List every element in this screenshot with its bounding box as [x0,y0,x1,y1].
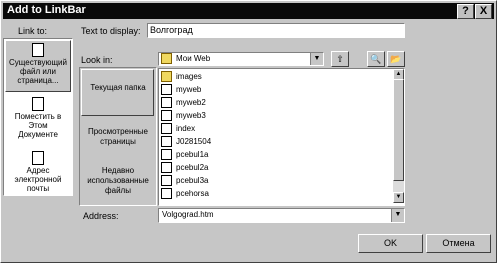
link-item-email[interactable]: Адрес электронной почты [8,151,68,193]
look-in-combo[interactable]: Мои Web ▼ [158,52,324,66]
web-file-icon [161,110,172,122]
folder-up-icon: ⇧ [336,54,344,64]
html-file-icon [161,123,172,135]
list-item[interactable]: myweb2 [161,97,206,109]
image-file-icon [161,175,172,187]
scroll-thumb[interactable] [393,79,404,181]
ok-button[interactable]: OK [358,234,423,253]
image-file-icon [161,162,172,174]
open-folder-icon: 📂 [390,54,402,64]
document-icon [32,97,44,111]
look-in-value-wrap: Мои Web [161,53,211,65]
browse-file-button[interactable]: 📂 [387,51,405,67]
image-file-icon [161,149,172,161]
folder-icon [161,53,172,65]
web-file-icon [161,84,172,96]
vertical-scrollbar[interactable]: ▲ ▼ [393,69,404,203]
address-combo[interactable]: Volgograd.htm ▼ [158,208,405,223]
chevron-down-icon[interactable]: ▼ [310,53,323,65]
text-to-display-value: Волгоград [150,25,193,35]
look-in-value: Мои Web [176,54,211,63]
link-item-existing-file[interactable]: Существующ­ий файл или страница... [8,43,68,85]
current-folder-label: Текущая папка [90,83,146,92]
search-web-button[interactable]: 🔍 [367,51,385,67]
text-to-display-input[interactable]: Волгоград [147,23,405,38]
list-item[interactable]: images [161,71,202,83]
cancel-button[interactable]: Отмена [426,234,491,253]
list-item[interactable]: pcebul3a [161,175,208,187]
list-item[interactable]: myweb3 [161,110,206,122]
file-list-items: images myweb myweb2 myweb3 index J028150… [161,71,389,203]
file-list[interactable]: images myweb myweb2 myweb3 index J028150… [158,68,405,206]
window-title: Add to LinkBar [7,4,86,16]
list-item[interactable]: pcehorsa [161,188,209,200]
list-item[interactable]: index [161,123,195,135]
link-item-label: Поместить в Этом Документе [14,112,62,139]
link-to-label: Link to: [18,26,48,36]
help-button[interactable]: ? [457,4,474,19]
image-file-icon [161,136,172,148]
link-item-label: Адрес электронной почты [14,166,62,193]
link-to-panel: Существующ­ий файл или страница... Помес… [3,38,73,196]
list-item[interactable]: pcebul2a [161,162,208,174]
file-icon [32,43,44,57]
email-icon [32,151,44,165]
list-item[interactable]: pcebul1a [161,149,208,161]
address-value: Volgograd.htm [162,210,214,219]
chevron-down-icon[interactable]: ▼ [391,209,404,222]
browsed-pages-button[interactable]: Просмотренные страницы [83,127,153,147]
folder-icon [161,71,172,83]
up-folder-button[interactable]: ⇧ [331,51,349,67]
image-file-icon [161,188,172,200]
search-icon: 🔍 [370,54,382,64]
web-file-icon [161,97,172,109]
dialog-window: Add to LinkBar ? X Link to: Существующ­и… [0,0,497,263]
close-button[interactable]: X [475,4,492,19]
look-in-label: Look in: [81,55,113,65]
link-item-label: Существующ­ий файл или страница... [9,58,67,85]
list-item[interactable]: myweb [161,84,201,96]
address-label: Address: [83,211,119,221]
recent-files-button[interactable]: Недавно использованные файлы [83,166,153,196]
text-to-display-label: Text to display: [81,26,141,36]
scroll-down-button[interactable]: ▼ [393,192,404,203]
title-bar[interactable]: Add to LinkBar ? X [3,3,494,19]
list-item[interactable]: J0281504 [161,136,211,148]
link-item-this-document[interactable]: Поместить в Этом Документе [8,97,68,139]
